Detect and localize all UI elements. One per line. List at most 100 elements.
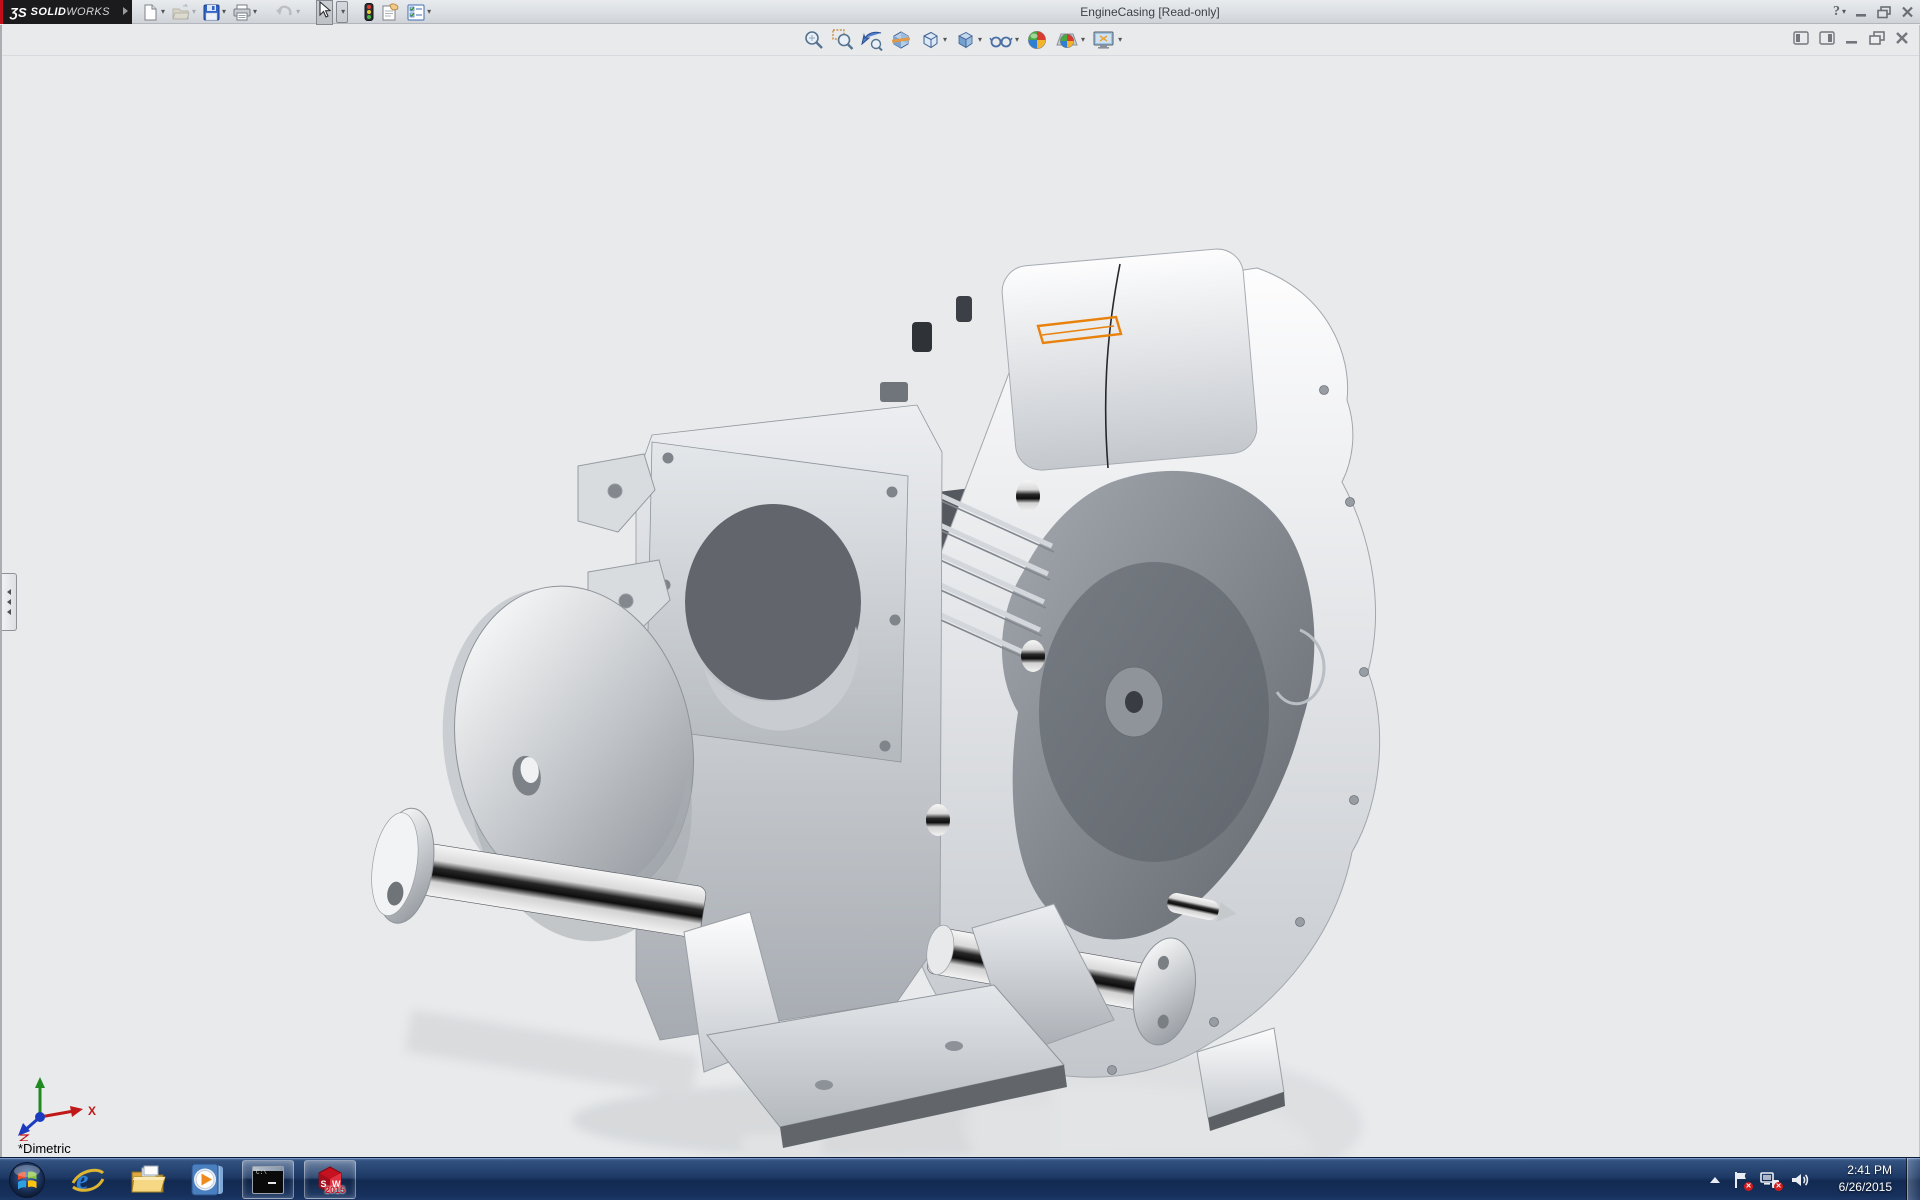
view-orientation-button[interactable]: ▾	[918, 28, 948, 52]
zoom-to-area-button[interactable]	[831, 28, 855, 52]
hide-show-items-button[interactable]: ▾	[988, 28, 1020, 52]
help-dropdown-arrow-icon[interactable]: ▾	[1842, 8, 1846, 16]
stud	[912, 322, 932, 352]
new-document-icon	[142, 4, 159, 21]
select-dropdown-button[interactable]: ▾	[336, 1, 348, 23]
network-button[interactable]: ✕	[1760, 1171, 1780, 1189]
options-button[interactable]: ▾	[405, 1, 433, 23]
volume-button[interactable]	[1790, 1171, 1810, 1189]
expand-pane-arrow-icon	[7, 589, 11, 595]
section-view-icon	[890, 29, 912, 51]
new-dropdown-arrow-icon[interactable]: ▾	[161, 8, 165, 16]
internet-explorer-icon: e	[71, 1163, 105, 1197]
apply-scene-button[interactable]: ▾	[1054, 28, 1086, 52]
media-player-icon	[190, 1163, 226, 1197]
save-button[interactable]: ▾	[201, 1, 228, 23]
view-settings-button[interactable]: ▾	[1091, 28, 1123, 52]
cylinder-mount[interactable]	[880, 247, 1259, 472]
restore-button[interactable]	[1877, 6, 1892, 19]
close-button[interactable]	[1901, 6, 1914, 18]
stud	[956, 296, 972, 322]
app-window-controls: ? ▾	[1833, 0, 1914, 24]
block-bolt	[1021, 640, 1045, 672]
block-bolt	[926, 804, 950, 836]
show-desktop-button[interactable]	[1906, 1158, 1920, 1200]
save-dropdown-arrow-icon[interactable]: ▾	[222, 8, 226, 16]
display-style-icon	[954, 29, 976, 51]
minimize-document-button[interactable]	[1845, 31, 1859, 45]
collapse-right-pane-button[interactable]	[1819, 31, 1835, 45]
apply-scene-dropdown-icon[interactable]: ▾	[1081, 36, 1085, 44]
folder-icon	[130, 1164, 166, 1196]
graphics-area[interactable]: ▾ ▾ ▾ ▾ ▾	[0, 25, 1920, 1157]
logo-red-stripe	[0, 0, 3, 24]
triad-x-label: X	[88, 1104, 96, 1118]
section-view-button[interactable]	[889, 28, 913, 52]
rebuild-traffic-light-icon	[364, 3, 374, 21]
view-settings-icon	[1092, 29, 1116, 51]
action-center-alert-badge: ✕	[1744, 1182, 1753, 1191]
solidworks-wordmark: SOLIDWORKS	[31, 6, 110, 18]
open-dropdown-arrow-icon: ▾	[192, 8, 196, 16]
print-icon	[233, 4, 251, 21]
print-button[interactable]: ▾	[231, 1, 259, 23]
zoom-to-fit-icon	[803, 29, 825, 51]
file-properties-button[interactable]	[379, 1, 402, 23]
view-orientation-label: *Dimetric	[18, 1141, 71, 1156]
print-dropdown-arrow-icon[interactable]: ▾	[253, 8, 257, 16]
previous-view-button[interactable]	[860, 28, 884, 52]
edit-appearance-button[interactable]	[1025, 28, 1049, 52]
display-style-dropdown-icon[interactable]: ▾	[978, 36, 982, 44]
menu-expand-arrow-icon[interactable]	[123, 7, 128, 15]
show-hidden-icons-button[interactable]	[1708, 1175, 1722, 1185]
heads-up-view-toolbar: ▾ ▾ ▾ ▾ ▾	[802, 28, 1123, 52]
network-error-badge: ✕	[1774, 1182, 1783, 1191]
zoom-to-area-icon	[832, 29, 854, 51]
open-button[interactable]: ▾	[170, 1, 198, 23]
hide-show-dropdown-icon[interactable]: ▾	[1015, 36, 1019, 44]
expand-pane-arrow-icon	[7, 599, 11, 605]
rebuild-button[interactable]	[362, 1, 376, 23]
taskbar-media-player[interactable]	[182, 1160, 234, 1199]
taskbar-internet-explorer[interactable]: e	[62, 1160, 114, 1199]
help-button[interactable]: ? ▾	[1833, 4, 1846, 20]
taskbar-windows-explorer[interactable]	[122, 1160, 174, 1199]
zoom-to-fit-button[interactable]	[802, 28, 826, 52]
clock-time: 2:41 PM	[1816, 1162, 1892, 1179]
taskbar-solidworks[interactable]: S W 2015	[304, 1160, 356, 1199]
block-bolt	[1016, 480, 1040, 512]
save-floppy-icon	[203, 4, 220, 21]
undo-dropdown-arrow-icon: ▾	[296, 8, 300, 16]
options-dropdown-arrow-icon[interactable]: ▾	[427, 8, 431, 16]
windows-start-icon	[8, 1161, 46, 1199]
solidworks-menu-button[interactable]: ƷS SOLIDWORKS	[0, 0, 132, 24]
solidworks-2015-icon: S W 2015	[313, 1164, 347, 1196]
start-button[interactable]	[4, 1160, 50, 1199]
new-document-button[interactable]: ▾	[140, 1, 167, 23]
taskbar-command-prompt[interactable]: C:\	[242, 1160, 294, 1199]
view-settings-dropdown-icon[interactable]: ▾	[1118, 36, 1122, 44]
undo-icon	[275, 4, 294, 21]
close-document-button[interactable]	[1895, 31, 1909, 45]
taskbar-clock[interactable]: 2:41 PM 6/26/2015	[1816, 1162, 1892, 1196]
ds-logo-icon: ƷS	[10, 5, 27, 20]
document-window-controls	[1793, 31, 1909, 45]
feature-manager-collapsed-tab[interactable]	[2, 573, 17, 631]
minimize-icon	[1855, 6, 1868, 18]
select-dropdown-arrow-icon: ▾	[341, 8, 345, 16]
volume-icon	[1790, 1171, 1810, 1189]
apply-scene-icon	[1055, 29, 1079, 51]
model-engine-casing[interactable]	[352, 240, 1382, 1157]
help-icon: ?	[1833, 4, 1840, 20]
windows-taskbar: e	[0, 1157, 1920, 1200]
minimize-button[interactable]	[1855, 6, 1868, 18]
view-orientation-dropdown-icon[interactable]: ▾	[943, 36, 947, 44]
restore-document-button[interactable]	[1869, 31, 1885, 45]
solidworks-year-badge: 2015	[325, 1185, 345, 1195]
action-center-button[interactable]: ✕	[1732, 1171, 1750, 1189]
close-icon	[1901, 6, 1914, 18]
display-style-button[interactable]: ▾	[953, 28, 983, 52]
select-button[interactable]	[316, 0, 333, 25]
hide-show-items-icon	[989, 29, 1013, 51]
collapse-left-pane-button[interactable]	[1793, 31, 1809, 45]
